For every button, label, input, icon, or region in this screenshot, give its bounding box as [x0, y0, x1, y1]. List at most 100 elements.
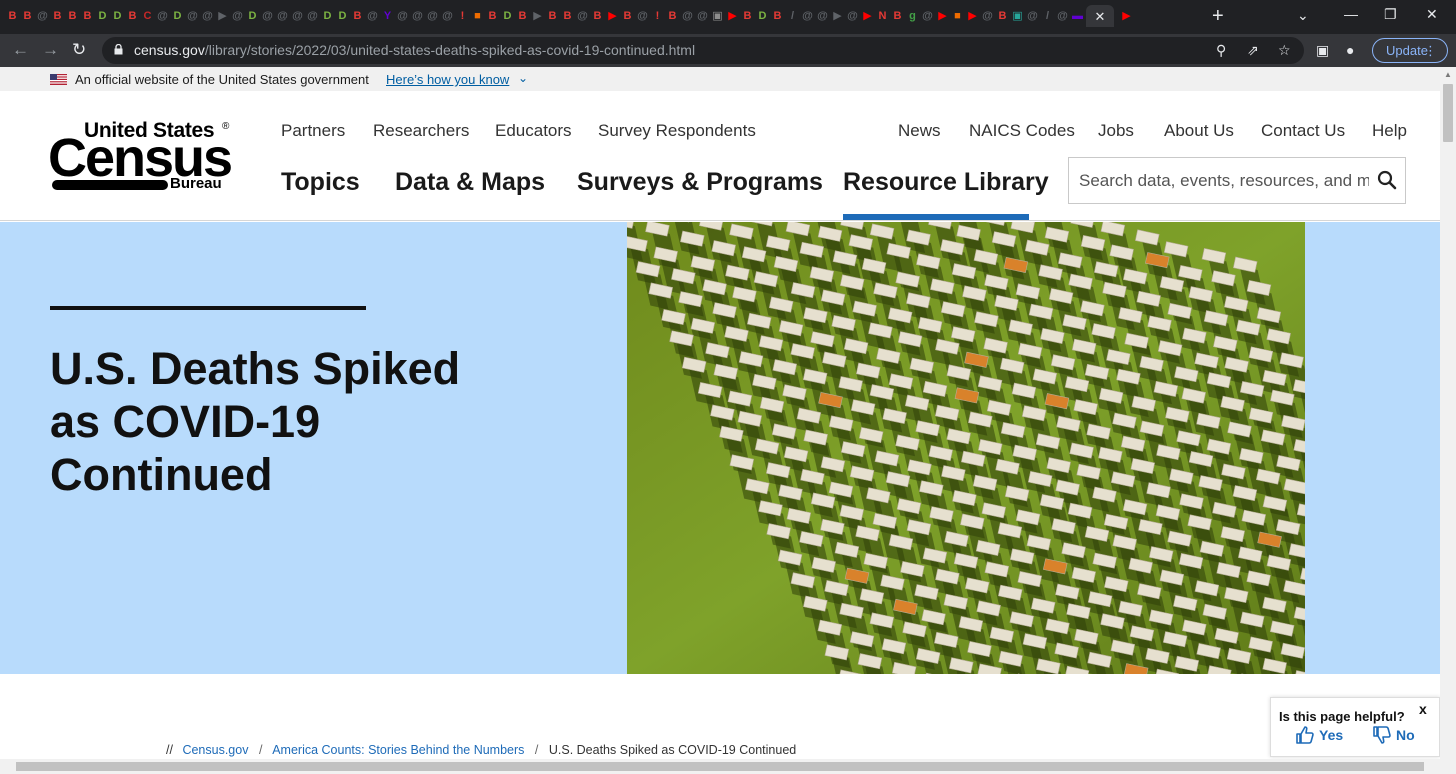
- browser-tab-favicon-icon[interactable]: @: [441, 7, 454, 25]
- nav-resource-library[interactable]: Resource Library: [843, 168, 1049, 197]
- browser-tab-favicon-icon[interactable]: @: [156, 7, 169, 25]
- browser-tab-favicon-icon[interactable]: B: [591, 7, 604, 25]
- chevron-down-icon[interactable]: ⌄: [518, 71, 528, 85]
- browser-tab-favicon-icon[interactable]: Y: [381, 7, 394, 25]
- browser-tab-favicon-icon[interactable]: D: [336, 7, 349, 25]
- back-arrow-icon[interactable]: ←: [12, 40, 29, 60]
- browser-tab-favicon-icon[interactable]: @: [576, 7, 589, 25]
- nav-topics[interactable]: Topics: [281, 168, 360, 197]
- zoom-icon[interactable]: ⚲: [1216, 42, 1226, 59]
- browser-tab-favicon-icon[interactable]: @: [36, 7, 49, 25]
- census-logo[interactable]: United States ® Census Bureau: [48, 119, 240, 195]
- scroll-up-arrow-icon[interactable]: ▲: [1444, 70, 1452, 79]
- browser-tab-favicon-icon[interactable]: B: [666, 7, 679, 25]
- profile-icon[interactable]: ●: [1346, 42, 1354, 58]
- minimize-button[interactable]: —: [1344, 6, 1358, 22]
- browser-tab-favicon-icon[interactable]: ▶: [936, 7, 949, 25]
- browser-tab-favicon-icon[interactable]: /: [786, 7, 799, 25]
- address-bar[interactable]: census.gov/library/stories/2022/03/unite…: [102, 37, 1304, 64]
- browser-tab-favicon-icon[interactable]: D: [321, 7, 334, 25]
- tab-search-icon[interactable]: ⌄: [1297, 7, 1309, 24]
- browser-tab-favicon-icon[interactable]: B: [6, 7, 19, 25]
- browser-tab-favicon-icon[interactable]: @: [921, 7, 934, 25]
- browser-tab-favicon-icon[interactable]: D: [111, 7, 124, 25]
- browser-tab-favicon-icon[interactable]: B: [546, 7, 559, 25]
- browser-tab-favicon-icon[interactable]: ▣: [1011, 7, 1024, 25]
- vertical-scroll-thumb[interactable]: [1443, 84, 1453, 142]
- browser-tab-favicon-icon[interactable]: ▶: [606, 7, 619, 25]
- browser-tab-favicon-icon[interactable]: ▶: [531, 7, 544, 25]
- nav-jobs[interactable]: Jobs: [1098, 121, 1134, 141]
- browser-tab-favicon-icon[interactable]: ▣: [711, 7, 724, 25]
- browser-tab-favicon-icon[interactable]: B: [891, 7, 904, 25]
- browser-tab-favicon-icon[interactable]: /: [1041, 7, 1054, 25]
- browser-tab-favicon-icon[interactable]: @: [201, 7, 214, 25]
- browser-tab-favicon-icon[interactable]: @: [306, 7, 319, 25]
- browser-tab-favicon-icon[interactable]: @: [801, 7, 814, 25]
- browser-tab-favicon-icon[interactable]: @: [696, 7, 709, 25]
- horizontal-scroll-thumb[interactable]: [16, 762, 1424, 771]
- browser-tab-favicon-icon[interactable]: ▶: [861, 7, 874, 25]
- browser-tab-favicon-icon[interactable]: B: [486, 7, 499, 25]
- browser-tab-favicon-icon[interactable]: @: [231, 7, 244, 25]
- new-tab-button[interactable]: +: [1212, 6, 1224, 26]
- bookmark-star-icon[interactable]: ☆: [1278, 42, 1291, 59]
- lock-icon[interactable]: [114, 44, 123, 55]
- browser-tab-favicon-icon[interactable]: !: [456, 7, 469, 25]
- browser-tab-favicon-icon[interactable]: ■: [471, 7, 484, 25]
- browser-tab-favicon-icon[interactable]: B: [741, 7, 754, 25]
- browser-tab-favicon-icon[interactable]: B: [771, 7, 784, 25]
- update-button[interactable]: Update ⋮: [1372, 38, 1448, 63]
- share-icon[interactable]: ⇗: [1247, 42, 1259, 59]
- browser-tab-favicon-icon[interactable]: B: [351, 7, 364, 25]
- side-panel-icon[interactable]: ▣: [1316, 42, 1329, 59]
- nav-news[interactable]: News: [898, 121, 941, 141]
- browser-tab-favicon-icon[interactable]: C: [141, 7, 154, 25]
- browser-tab-favicon-icon[interactable]: @: [186, 7, 199, 25]
- nav-data-maps[interactable]: Data & Maps: [395, 168, 545, 197]
- browser-tab-favicon-icon[interactable]: ▶: [966, 7, 979, 25]
- browser-tab-favicon-icon[interactable]: N: [876, 7, 889, 25]
- forward-arrow-icon[interactable]: →: [42, 40, 59, 60]
- browser-tab-favicon-icon[interactable]: ▬: [1071, 7, 1084, 25]
- nav-partners[interactable]: Partners: [281, 121, 345, 141]
- browser-tab-favicon-icon[interactable]: D: [246, 7, 259, 25]
- browser-tab-favicon-icon[interactable]: ▶: [1120, 7, 1133, 25]
- browser-tab-favicon-icon[interactable]: ▶: [831, 7, 844, 25]
- browser-tab-favicon-icon[interactable]: B: [66, 7, 79, 25]
- nav-researchers[interactable]: Researchers: [373, 121, 469, 141]
- nav-surveys-programs[interactable]: Surveys & Programs: [577, 168, 823, 197]
- breadcrumb-america-counts[interactable]: America Counts: Stories Behind the Numbe…: [272, 743, 524, 757]
- browser-tab-favicon-icon[interactable]: @: [261, 7, 274, 25]
- feedback-close-button[interactable]: x: [1419, 701, 1427, 717]
- nav-contact-us[interactable]: Contact Us: [1261, 121, 1345, 141]
- browser-tab-favicon-icon[interactable]: B: [561, 7, 574, 25]
- nav-naics-codes[interactable]: NAICS Codes: [969, 121, 1075, 141]
- browser-tab-favicon-icon[interactable]: @: [411, 7, 424, 25]
- breadcrumb-census-gov[interactable]: Census.gov: [182, 743, 248, 757]
- browser-tab-favicon-icon[interactable]: B: [21, 7, 34, 25]
- browser-tab-favicon-icon[interactable]: @: [426, 7, 439, 25]
- browser-tab-favicon-icon[interactable]: ▶: [726, 7, 739, 25]
- browser-tab-favicon-icon[interactable]: @: [276, 7, 289, 25]
- browser-tab-favicon-icon[interactable]: B: [51, 7, 64, 25]
- nav-help[interactable]: Help: [1372, 121, 1407, 141]
- browser-tab-favicon-icon[interactable]: D: [756, 7, 769, 25]
- browser-tab-favicon-icon[interactable]: @: [291, 7, 304, 25]
- browser-tab-favicon-icon[interactable]: D: [96, 7, 109, 25]
- maximize-button[interactable]: ❐: [1384, 6, 1397, 23]
- nav-about-us[interactable]: About Us: [1164, 121, 1234, 141]
- browser-tab-favicon-icon[interactable]: B: [516, 7, 529, 25]
- reload-icon[interactable]: ↻: [72, 40, 86, 60]
- browser-tab-favicon-icon[interactable]: !: [651, 7, 664, 25]
- active-tab-close-icon[interactable]: ✕: [1086, 5, 1114, 27]
- browser-tab-favicon-icon[interactable]: @: [396, 7, 409, 25]
- browser-tab-favicon-icon[interactable]: B: [996, 7, 1009, 25]
- horizontal-scrollbar[interactable]: [0, 759, 1440, 774]
- nav-survey-respondents[interactable]: Survey Respondents: [598, 121, 756, 141]
- close-window-button[interactable]: ✕: [1426, 6, 1438, 23]
- menu-dots-icon[interactable]: ⋮: [1424, 39, 1437, 62]
- browser-tab-favicon-icon[interactable]: B: [126, 7, 139, 25]
- search-input[interactable]: [1079, 168, 1369, 193]
- browser-tab-favicon-icon[interactable]: @: [366, 7, 379, 25]
